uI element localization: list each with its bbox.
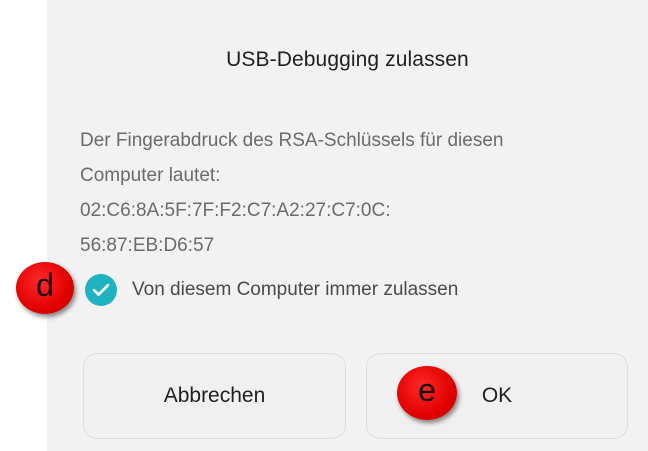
dialog-message: Der Fingerabdruck des RSA-Schlüssels für… bbox=[80, 123, 640, 263]
annotation-badge-d: d bbox=[16, 262, 74, 314]
always-allow-checkbox[interactable] bbox=[85, 274, 117, 306]
fingerprint-line: 02:C6:8A:5F:7F:F2:C7:A2:27:C7:0C: bbox=[80, 200, 391, 221]
fingerprint-line: 56:87:EB:D6:57 bbox=[80, 235, 215, 256]
annotation-label: d bbox=[36, 266, 54, 303]
dialog-title: USB-Debugging zulassen bbox=[226, 48, 469, 71]
message-line: Der Fingerabdruck des RSA-Schlüssels für… bbox=[80, 130, 504, 151]
cancel-button[interactable]: Abbrechen bbox=[83, 353, 346, 439]
message-line: Computer lautet: bbox=[80, 165, 221, 186]
checkmark-icon bbox=[92, 283, 110, 296]
always-allow-option[interactable]: Von diesem Computer immer zulassen bbox=[85, 272, 458, 308]
annotation-badge-e: e bbox=[397, 366, 457, 420]
annotation-label: e bbox=[418, 371, 436, 408]
usb-debugging-dialog: USB-Debugging zulassen Der Fingerabdruck… bbox=[47, 0, 648, 451]
screen: USB-Debugging zulassen Der Fingerabdruck… bbox=[0, 0, 648, 451]
always-allow-label[interactable]: Von diesem Computer immer zulassen bbox=[132, 279, 458, 301]
